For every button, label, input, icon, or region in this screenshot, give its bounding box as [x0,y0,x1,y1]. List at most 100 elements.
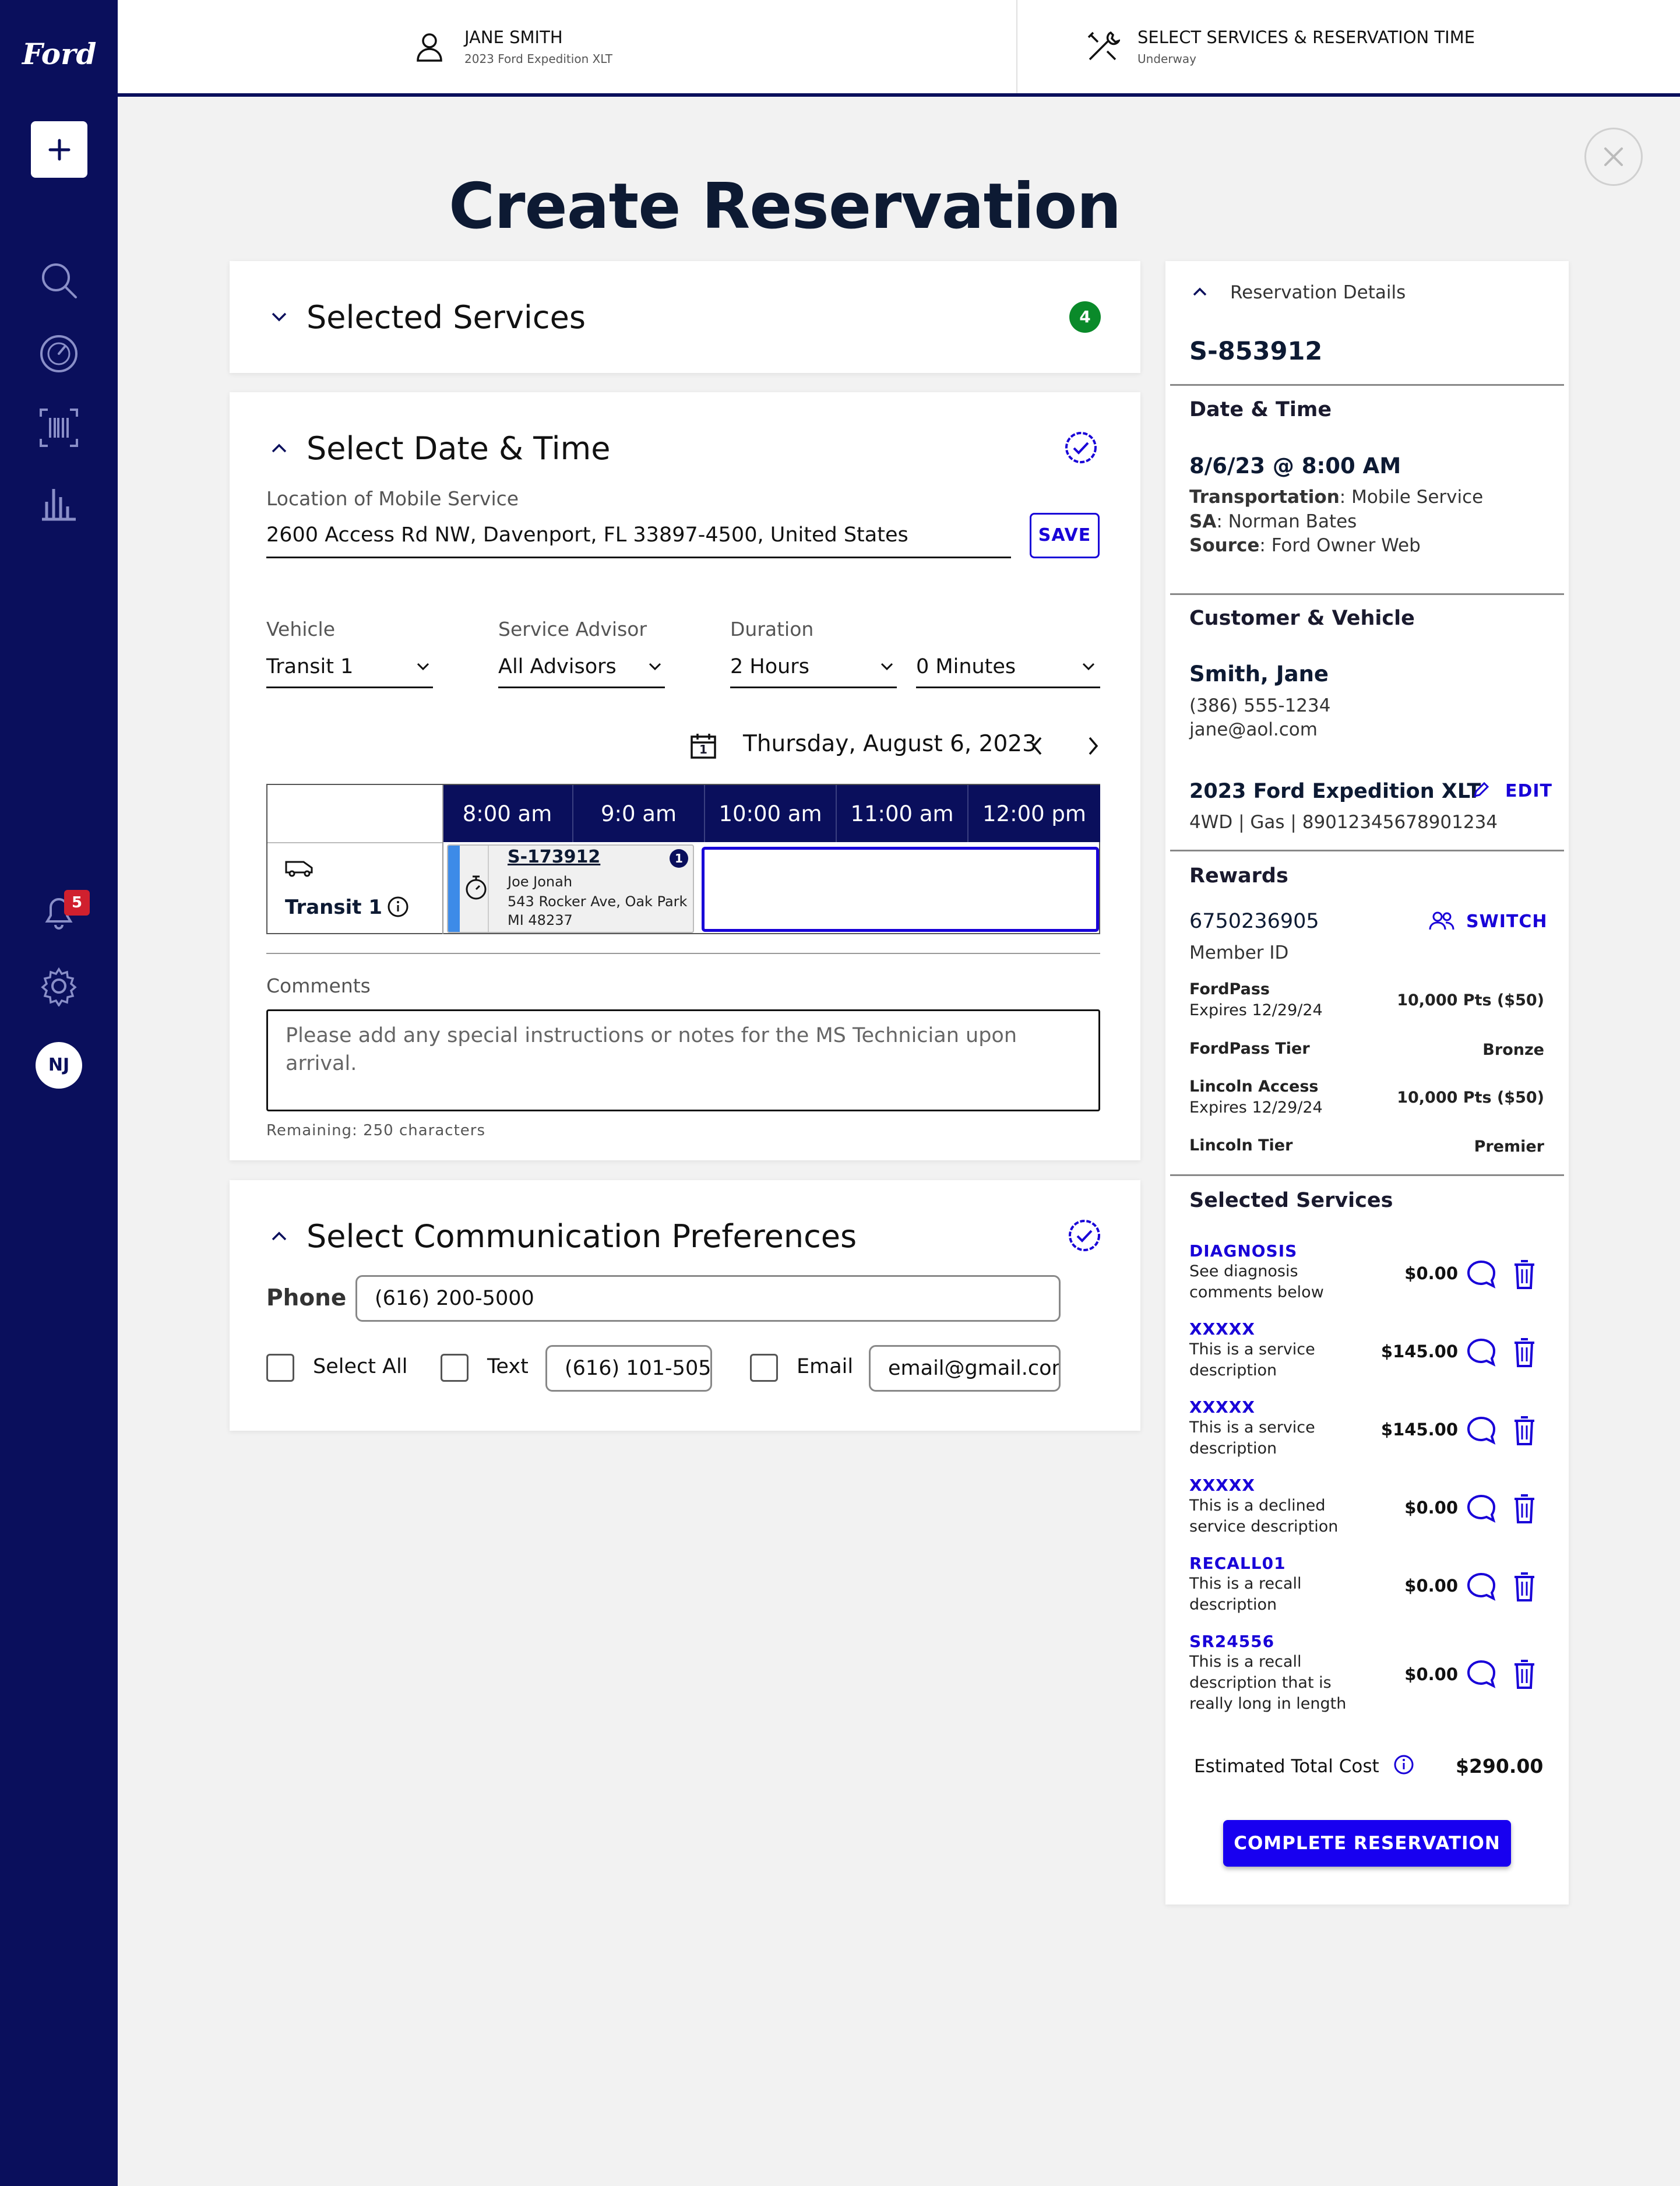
fordpass-expiry: Expires 12/29/24 [1189,1001,1323,1019]
plus-icon [48,139,70,160]
chevron-right-icon[interactable] [1086,735,1100,756]
row-vehicle-label: Transit 1 [285,896,383,919]
barcode-icon[interactable] [36,404,82,451]
service-price: $0.00 [1404,1263,1458,1283]
pencil-icon[interactable] [1473,781,1490,798]
customer-tab[interactable]: JANE SMITH 2023 Ford Expedition XLT [413,0,612,93]
step-tab[interactable]: SELECT SERVICES & RESERVATION TIME Under… [1085,0,1475,93]
fordpass-tier-label: FordPass Tier [1189,1040,1310,1058]
duration-hours-select[interactable]: 2 Hours [730,655,809,678]
customer-phone: (386) 555-1234 [1189,695,1331,716]
reservation-id: S-853912 [1189,337,1323,366]
info-icon[interactable] [1393,1754,1414,1775]
text-checkbox[interactable] [441,1354,469,1382]
close-button[interactable] [1584,128,1643,186]
calendar-icon[interactable]: 1 [689,732,717,760]
location-input[interactable]: 2600 Access Rd NW, Davenport, FL 33897-4… [266,523,908,547]
comments-textarea[interactable]: Please add any special instructions or n… [266,1009,1100,1111]
transportation-value: : Mobile Service [1339,487,1484,508]
select-all-checkbox[interactable] [266,1354,294,1382]
appointment-id-link[interactable]: S-173912 [508,847,600,867]
grid-row-separator [267,842,442,843]
text-label: Text [487,1355,529,1378]
customer-email: jane@aol.com [1189,719,1318,740]
service-code: XXXXX [1189,1398,1255,1417]
panel-divider [1170,593,1564,595]
trash-icon[interactable] [1512,1659,1537,1690]
time-slot: 10:00 am [705,785,837,842]
info-icon[interactable] [387,896,409,918]
vehicle-select[interactable]: Transit 1 [266,655,353,678]
trash-icon[interactable] [1512,1415,1537,1446]
comment-icon[interactable] [1466,1493,1497,1525]
switch-member-link[interactable]: SWITCH [1466,911,1547,932]
selected-date: Thursday, August 6, 2023 [743,731,1037,757]
phone-input[interactable]: (616) 200-5000 [355,1275,1061,1322]
service-price: $0.00 [1404,1576,1458,1596]
trash-icon[interactable] [1512,1493,1537,1525]
gauge-icon[interactable] [36,330,82,377]
complete-reservation-button[interactable]: COMPLETE RESERVATION [1223,1820,1511,1867]
date-time-header[interactable]: Select Date & Time [270,427,610,469]
check-circle-icon [1065,432,1097,463]
service-code: XXXXX [1189,1476,1255,1495]
email-checkbox[interactable] [750,1354,778,1382]
service-description: This is a recall description that is rea… [1189,1653,1347,1713]
service-code: XXXXX [1189,1319,1255,1339]
communication-header[interactable]: Select Communication Preferences [270,1215,857,1257]
service-description: This is a recall description [1189,1575,1302,1614]
chevron-down-icon [272,312,287,322]
duration-minutes-select[interactable]: 0 Minutes [916,655,1016,678]
add-button[interactable] [31,121,87,178]
panel-divider [1170,1174,1564,1176]
chevron-up-icon[interactable] [1192,287,1207,297]
sa-line: SA: Norman Bates [1189,511,1357,532]
person-icon [417,33,442,62]
avatar[interactable]: NJ [36,1042,82,1089]
chart-icon[interactable] [36,478,82,525]
save-location-button[interactable]: SAVE [1030,513,1100,558]
selected-time-slot[interactable] [702,847,1099,932]
duration-label: Duration [730,618,814,640]
location-label: Location of Mobile Service [266,487,519,510]
advisor-select[interactable]: All Advisors [498,655,617,678]
source-key: Source [1189,535,1260,556]
gear-icon[interactable] [36,963,82,1009]
chevron-down-icon [417,663,429,671]
lincoln-access-label: Lincoln Access [1189,1078,1319,1096]
search-icon[interactable] [36,257,82,304]
comment-icon[interactable] [1466,1659,1497,1690]
tools-icon [1087,31,1120,61]
text-phone-input[interactable]: (616) 101-5050 [545,1345,712,1392]
trash-icon[interactable] [1512,1337,1537,1368]
rewards-title: Rewards [1189,864,1288,888]
services-count-badge: 4 [1069,301,1101,333]
top-bar: JANE SMITH 2023 Ford Expedition XLT SELE… [118,0,1680,97]
comment-icon[interactable] [1466,1337,1497,1368]
check-circle-icon [1069,1220,1100,1251]
people-icon[interactable] [1428,911,1455,931]
vehicle-label: Vehicle [266,618,336,640]
appointment-block[interactable]: S-173912 1 Joe Jonah 543 Rocker Ave, Oak… [447,844,694,933]
trash-icon[interactable] [1512,1571,1537,1603]
chevron-left-icon[interactable] [1030,735,1044,756]
selected-services-header[interactable]: Selected Services [270,296,586,338]
comment-icon[interactable] [1466,1415,1497,1446]
service-description: This is a declined service description [1189,1497,1339,1536]
appointment-address-line2: MI 48237 [508,912,573,928]
panel-divider [1170,850,1564,851]
trash-icon[interactable] [1512,1259,1537,1290]
service-code: DIAGNOSIS [1189,1241,1298,1261]
service-code: RECALL01 [1189,1554,1286,1573]
time-slot: 9:0 am [573,785,705,842]
comment-icon[interactable] [1466,1571,1497,1603]
location-underline [266,557,1011,558]
chevron-up-icon [272,1231,287,1241]
service-description: This is a service description [1189,1340,1315,1379]
edit-vehicle-link[interactable]: EDIT [1505,781,1552,801]
comment-icon[interactable] [1466,1259,1497,1290]
email-input[interactable]: email@gmail.con [869,1345,1061,1392]
time-slot: 8:00 am [442,785,573,842]
section-divider [266,953,1100,954]
duration-minutes-underline [916,687,1100,688]
